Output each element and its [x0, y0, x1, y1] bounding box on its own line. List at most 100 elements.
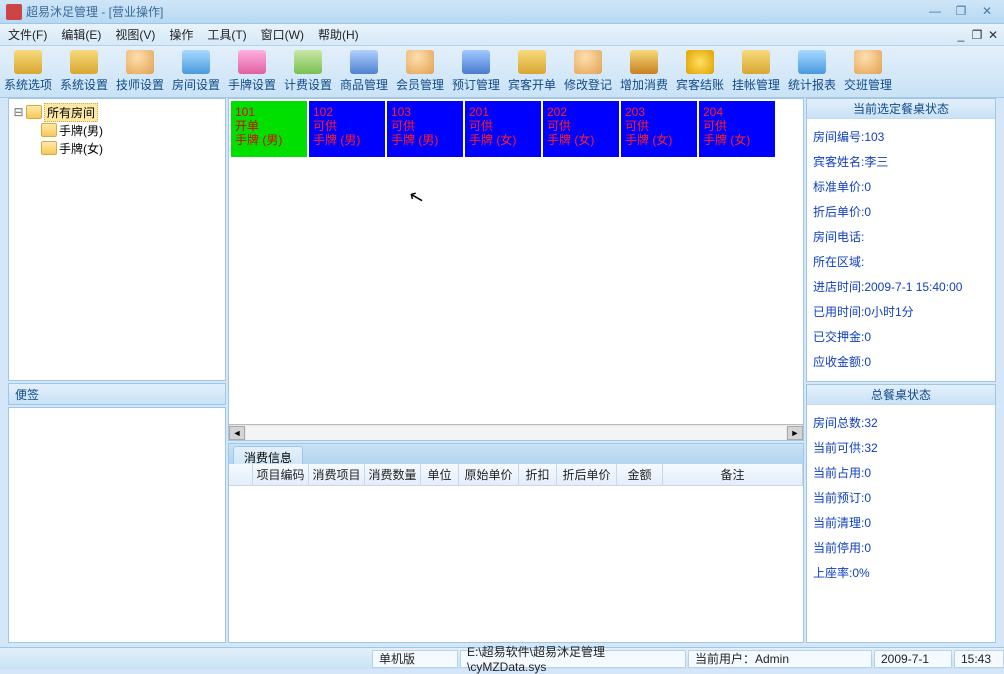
- tool-sys-settings[interactable]: 系统设置: [56, 46, 112, 97]
- room-tile[interactable]: 101开单手牌 (男): [231, 101, 307, 157]
- room-number: 103: [391, 105, 459, 119]
- col-origprice[interactable]: 原始单价: [459, 464, 519, 485]
- room-status: 可供: [547, 119, 615, 133]
- chart-icon: [798, 50, 826, 74]
- room-status: 可供: [313, 119, 381, 133]
- title-bar: 超易沐足管理 - [营业操作] — ❐ ✕: [0, 0, 1004, 24]
- info-row: 当前预订:0: [813, 486, 989, 511]
- info-row: 已用时间:0小时1分: [813, 300, 989, 325]
- menu-file[interactable]: 文件(F): [8, 26, 47, 43]
- tool-checkout[interactable]: 宾客结账: [672, 46, 728, 97]
- room-tile[interactable]: 204可供手牌 (女): [699, 101, 775, 157]
- tool-stats[interactable]: 统计报表: [784, 46, 840, 97]
- tool-open-bill[interactable]: 宾客开单: [504, 46, 560, 97]
- scroll-track[interactable]: [246, 426, 786, 440]
- menu-op[interactable]: 操作: [169, 26, 193, 43]
- info-row: 上座率:0%: [813, 561, 989, 586]
- tool-shift[interactable]: 交班管理: [840, 46, 896, 97]
- folder-icon: [26, 105, 42, 119]
- tool-room-settings[interactable]: 房间设置: [168, 46, 224, 97]
- tree-child-female[interactable]: 手牌(女): [41, 139, 221, 157]
- tool-sys-options[interactable]: 系统选项: [0, 46, 56, 97]
- maximize-button[interactable]: ❐: [950, 4, 972, 20]
- room-tag: 手牌 (女): [469, 133, 537, 147]
- status-mode: 单机版: [372, 650, 458, 668]
- col-selector[interactable]: [229, 464, 253, 485]
- tree-root[interactable]: ⊟ 所有房间: [13, 103, 221, 121]
- scroll-right-button[interactable]: ►: [787, 426, 803, 440]
- close-button[interactable]: ✕: [976, 4, 998, 20]
- hammer-icon: [14, 50, 42, 74]
- tree-child-male[interactable]: 手牌(男): [41, 121, 221, 139]
- person-icon: [126, 50, 154, 74]
- info-row: 当前清理:0: [813, 511, 989, 536]
- info-row: 当前停用:0: [813, 536, 989, 561]
- info-row: 房间编号:103: [813, 125, 989, 150]
- table-header: 项目编码 消费项目 消费数量 单位 原始单价 折扣 折后单价 金额 备注: [229, 464, 803, 486]
- selected-desk-title: 当前选定餐桌状态: [807, 99, 995, 119]
- info-row: 应收金额:0: [813, 350, 989, 375]
- mdi-close-button[interactable]: ✕: [986, 28, 1000, 42]
- tool-card-settings[interactable]: 手牌设置: [224, 46, 280, 97]
- tool-edit-reg[interactable]: 修改登记: [560, 46, 616, 97]
- col-amount[interactable]: 金额: [617, 464, 663, 485]
- col-qty[interactable]: 消费数量: [365, 464, 421, 485]
- room-tile[interactable]: 201可供手牌 (女): [465, 101, 541, 157]
- room-tag: 手牌 (女): [547, 133, 615, 147]
- room-tile[interactable]: 202可供手牌 (女): [543, 101, 619, 157]
- room-tile[interactable]: 103可供手牌 (男): [387, 101, 463, 157]
- tool-product-mgr[interactable]: 商品管理: [336, 46, 392, 97]
- minimize-button[interactable]: —: [924, 4, 946, 20]
- col-code[interactable]: 项目编码: [253, 464, 309, 485]
- room-tag: 手牌 (女): [703, 133, 771, 147]
- info-row: 房间总数:32: [813, 411, 989, 436]
- room-number: 201: [469, 105, 537, 119]
- add-icon: [630, 50, 658, 74]
- menu-edit[interactable]: 编辑(E): [61, 26, 101, 43]
- tab-consume[interactable]: 消费信息: [233, 446, 303, 464]
- mdi-min-button[interactable]: _: [954, 28, 968, 42]
- col-remark[interactable]: 备注: [663, 464, 803, 485]
- sticky-panel[interactable]: [8, 407, 226, 643]
- room-tree-panel: ⊟ 所有房间 手牌(男) 手牌(女): [8, 98, 226, 381]
- tree-child-label: 手牌(男): [59, 122, 103, 139]
- info-row: 当前占用:0: [813, 461, 989, 486]
- toolbar: 系统选项 系统设置 技师设置 房间设置 手牌设置 计费设置 商品管理 会员管理 …: [0, 46, 1004, 98]
- tool-add-consume[interactable]: 增加消费: [616, 46, 672, 97]
- sticky-header: 便签: [8, 383, 226, 405]
- status-date: 2009-7-1: [874, 650, 952, 668]
- tool-member-mgr[interactable]: 会员管理: [392, 46, 448, 97]
- tool-credit-mgr[interactable]: 挂帐管理: [728, 46, 784, 97]
- info-row: 当前可供:32: [813, 436, 989, 461]
- room-tag: 手牌 (男): [313, 133, 381, 147]
- scroll-left-button[interactable]: ◄: [229, 426, 245, 440]
- status-time: 15:43: [954, 650, 1004, 668]
- col-discount[interactable]: 折扣: [519, 464, 557, 485]
- mdi-restore-button[interactable]: ❐: [970, 28, 984, 42]
- card-icon: [238, 50, 266, 74]
- info-row: 折后单价:0: [813, 200, 989, 225]
- menu-view[interactable]: 视图(V): [115, 26, 155, 43]
- room-status: 可供: [469, 119, 537, 133]
- info-row: 房间电话:: [813, 225, 989, 250]
- info-row: 进店时间:2009-7-1 15:40:00: [813, 275, 989, 300]
- credit-icon: [742, 50, 770, 74]
- h-scrollbar[interactable]: ◄ ►: [229, 424, 803, 440]
- info-row: 已交押金:0: [813, 325, 989, 350]
- shift-icon: [854, 50, 882, 74]
- menu-window[interactable]: 窗口(W): [261, 26, 304, 43]
- menu-help[interactable]: 帮助(H): [318, 26, 359, 43]
- tool-booking-mgr[interactable]: 预订管理: [448, 46, 504, 97]
- tool-fee-settings[interactable]: 计费设置: [280, 46, 336, 97]
- tool-tech-settings[interactable]: 技师设置: [112, 46, 168, 97]
- room-tile[interactable]: 203可供手牌 (女): [621, 101, 697, 157]
- menu-tools[interactable]: 工具(T): [207, 26, 246, 43]
- room-tag: 手牌 (女): [625, 133, 693, 147]
- room-tile[interactable]: 102可供手牌 (男): [309, 101, 385, 157]
- col-item[interactable]: 消费项目: [309, 464, 365, 485]
- col-discprice[interactable]: 折后单价: [557, 464, 617, 485]
- info-row: 标准单价:0: [813, 175, 989, 200]
- collapse-icon[interactable]: ⊟: [13, 105, 24, 119]
- hammer-icon: [70, 50, 98, 74]
- col-unit[interactable]: 单位: [421, 464, 459, 485]
